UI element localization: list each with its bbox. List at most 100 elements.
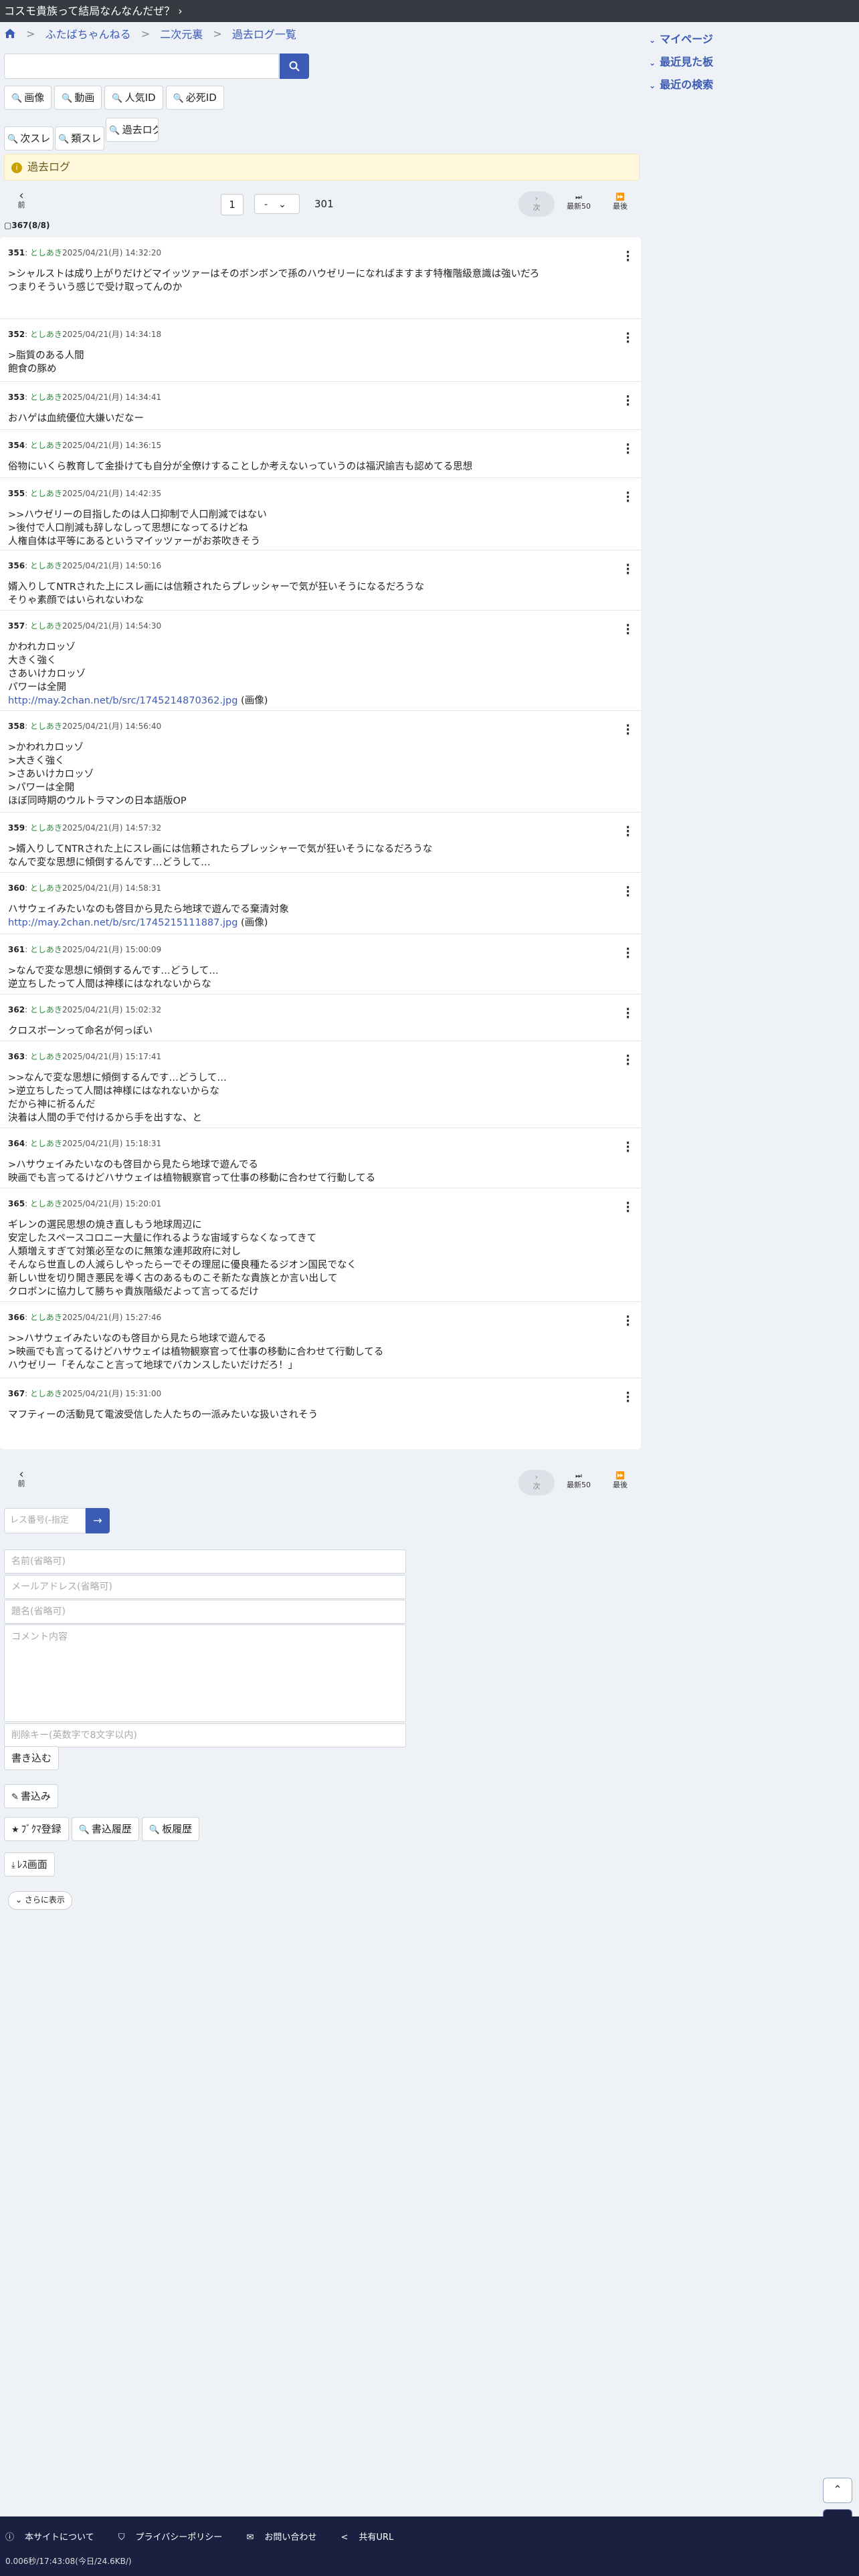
fast-forward-icon: ⏩ [615, 193, 625, 201]
next-thread-button[interactable]: 🔍 次スレ [4, 126, 54, 150]
download-button[interactable]: ⤓ ﾚｽ画面 [4, 1852, 55, 1876]
more-vert-icon[interactable]: · · · [626, 1311, 630, 1331]
post: 357: としあき2025/04/21(月) 14:54:30 かわれカロッゾ 大… [0, 611, 641, 711]
search-button[interactable] [280, 53, 309, 79]
more-vert-icon[interactable]: · · · [626, 1388, 630, 1408]
search-icon: 🔍 [78, 1825, 90, 1835]
breadcrumb-category[interactable]: 二次元裏 [160, 28, 203, 41]
more-vert-icon[interactable]: · · · [626, 1051, 630, 1071]
post-body: >>ハサウェイみたいなのも啓目から見たら地球で遊んでる >映画でも言ってるけどハ… [8, 1333, 384, 1371]
footer-privacy[interactable]: ⛉ プライバシーポリシー [118, 2533, 233, 2543]
more-vert-icon[interactable]: · · · [626, 1004, 630, 1024]
more-vert-icon[interactable]: · · · [626, 822, 630, 842]
image-link[interactable]: http://may.2chan.net/b/src/1745215111887… [8, 918, 237, 928]
post-body: >シャルストは成り上がりだけどマイッツァーはそのボンボンで孫のハウゼリーになれば… [8, 269, 540, 293]
filter-video-button[interactable]: 🔍 動画 [54, 86, 102, 110]
search-icon: 🔍 [109, 126, 120, 136]
breadcrumb-board[interactable]: ふたばちゃんねる [45, 28, 131, 41]
post: 358: としあき2025/04/21(月) 14:56:40 >かわれカロッゾ … [0, 711, 641, 813]
star-icon: ★ [11, 1825, 19, 1835]
search-icon: 🔍 [11, 94, 23, 104]
latest50-button[interactable]: ⏭ 最新50 [562, 1471, 595, 1490]
image-link[interactable]: http://may.2chan.net/b/src/1745214870362… [8, 695, 237, 706]
more-vert-icon[interactable]: · · · [626, 391, 630, 411]
more-vert-icon[interactable]: · · · [626, 944, 630, 964]
comment-field[interactable]: コメント内容 [4, 1624, 406, 1722]
chevron-down-icon: ⌄ [15, 1895, 25, 1905]
page-select[interactable]: - ⌄ [254, 194, 300, 214]
delete-key-field[interactable]: 削除キー(英数字で8文字以内) [4, 1723, 406, 1747]
subject-field[interactable]: 題名(省略可) [4, 1600, 406, 1624]
more-vert-icon[interactable]: · · · [626, 247, 630, 267]
last-button[interactable]: ⏩ 最後 [605, 1471, 635, 1490]
chevron-left-icon: ‹ [19, 189, 24, 203]
bookmark-button[interactable]: ★ ﾌﾞｸﾏ登録 [4, 1817, 69, 1841]
post: 367: としあき2025/04/21(月) 15:31:00 マフティーの活動見… [8, 1386, 630, 1421]
post-body: 婿入りしてNTRされた上にスレ画には信頼されたらプレッシャーで気が狂いそうになる… [8, 582, 425, 606]
info-icon: i [11, 162, 22, 173]
post: 356: としあき2025/04/21(月) 14:50:16 婿入りしてNTRさ… [0, 550, 641, 611]
chevron-left-icon: ‹ [19, 1467, 24, 1481]
last-button[interactable]: ⏩ 最後 [605, 193, 635, 211]
home-icon[interactable] [4, 28, 16, 39]
chevron-right-icon: › [178, 5, 183, 17]
more-vert-icon[interactable]: · · · [626, 720, 630, 740]
footer-contact[interactable]: ✉ お問い合わせ [246, 2533, 327, 2543]
more-vert-icon[interactable]: · · · [626, 620, 630, 640]
more-vert-icon[interactable]: · · · [626, 328, 630, 348]
more-vert-icon[interactable]: · · · [626, 560, 630, 580]
post-body: >>なんで変な思想に傾倒するんです…どうして… >逆立ちしたって人間は神様にはな… [8, 1073, 227, 1123]
name-field[interactable]: 名前(省略可) [4, 1549, 406, 1574]
more-vert-icon[interactable]: · · · [626, 1138, 630, 1158]
show-more-button[interactable]: ⌄ さらに表示 [8, 1891, 72, 1910]
post: 355: としあき2025/04/21(月) 14:42:35 >>ハウゼリーの目… [0, 478, 641, 550]
more-vert-icon[interactable]: · · · [626, 882, 630, 902]
prev-button[interactable]: ‹ 前 [8, 189, 35, 210]
past-log-button[interactable]: 🔍 過去ログ [106, 118, 159, 142]
filter-popular-id-button[interactable]: 🔍 人気ID [104, 86, 163, 110]
footer-about[interactable]: ⓘ 本サイトについて [5, 2533, 105, 2543]
filter-image-button[interactable]: 🔍 画像 [4, 86, 52, 110]
search-bar [4, 53, 309, 79]
arrow-right-icon[interactable]: → [86, 1508, 110, 1533]
search-input[interactable] [4, 53, 279, 79]
latest50-button[interactable]: ⏭ 最新50 [562, 193, 595, 211]
post-body: クロスボーンって命名が何っぽい [8, 1026, 153, 1037]
more-vert-icon[interactable]: · · · [626, 1198, 630, 1218]
board-history-button[interactable]: 🔍 板履歴 [141, 1817, 200, 1841]
more-vert-icon[interactable]: · · · [626, 488, 630, 508]
download-icon: ⤓ [11, 1860, 15, 1870]
filter-desperate-id-button[interactable]: 🔍 必死ID [165, 86, 224, 110]
filter-row-1: 🔍 画像 🔍 動画 🔍 人気ID 🔍 必死ID [4, 86, 227, 110]
nav-recent-boards[interactable]: ⌄ 最近見た板 [649, 53, 713, 76]
breadcrumb-page[interactable]: 過去ログ一覧 [232, 28, 296, 41]
pager-bottom: ‹ 前 › 次 ⏭ 最新50 ⏩ 最後 [0, 1469, 642, 1498]
nav-recent-searches[interactable]: ⌄ 最近の検索 [649, 76, 713, 99]
post-body: >>ハウゼリーの目指したのは人口抑制で人口削減ではない >後付で人口削減も辞しな… [8, 510, 267, 547]
similar-thread-button[interactable]: 🔍 類スレ [55, 126, 105, 150]
write-button[interactable]: ✎ 書込み [4, 1784, 58, 1808]
past-log-notice: i 過去ログ [4, 154, 640, 181]
post-body: >かわれカロッゾ >大きく強く >さあいけカロッゾ >パワーは全開 ほぼ同時期の… [8, 742, 187, 807]
more-vert-icon[interactable]: · · · [626, 439, 630, 459]
search-icon: 🔍 [149, 1825, 161, 1835]
post: 352: としあき2025/04/21(月) 14:34:18 >脂質のある人間 … [0, 319, 641, 382]
post-body: マフティーの活動見て電波受信した人たちの一派みたいな扱いされそう [8, 1410, 318, 1420]
submit-button[interactable]: 書き込む [4, 1746, 60, 1770]
post-body: >なんで変な思想に傾倒するんです…どうして… 逆立ちしたって人間は神様にはなれな… [8, 966, 219, 990]
footer-share[interactable]: < 共有URL [341, 2533, 405, 2543]
next-button[interactable]: › 次 [518, 1470, 555, 1495]
action-row: ★ ﾌﾞｸﾏ登録 🔍 書込履歴 🔍 板履歴 [4, 1817, 202, 1841]
prev-button[interactable]: ‹ 前 [8, 1467, 35, 1489]
edit-icon: ✎ [11, 1792, 19, 1802]
chevron-down-icon: ⌄ [278, 199, 286, 210]
post: 361: としあき2025/04/21(月) 15:00:09 >なんで変な思想に… [0, 934, 641, 994]
nav-mypage[interactable]: ⌄ マイページ [649, 31, 713, 53]
post-history-button[interactable]: 🔍 書込履歴 [71, 1817, 139, 1841]
comment-icon: ▢ [4, 221, 12, 230]
scroll-top-button[interactable]: ⌃ [823, 2478, 852, 2503]
res-number-input[interactable]: レス番号(-指定 [4, 1508, 86, 1533]
page-number[interactable]: 1 [221, 194, 244, 215]
email-field[interactable]: メールアドレス(省略可) [4, 1575, 406, 1599]
next-button[interactable]: › 次 [518, 191, 555, 217]
